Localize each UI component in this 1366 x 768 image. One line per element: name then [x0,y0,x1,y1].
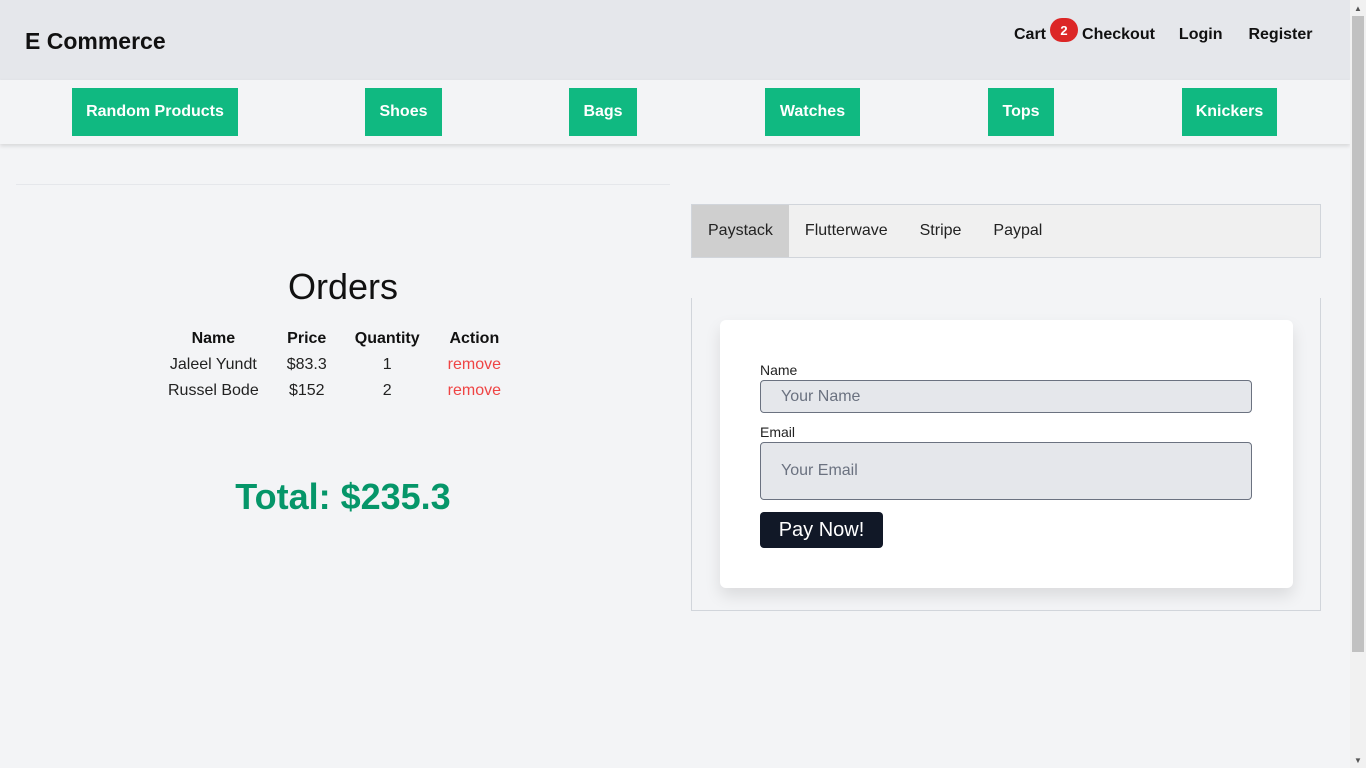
payment-tabs: Paystack Flutterwave Stripe Paypal [691,204,1321,258]
cart-link[interactable]: Cart [1014,26,1046,43]
category-tops-button[interactable]: Tops [988,88,1054,136]
orders-header-row: Name Price Quantity Action [154,326,515,352]
scroll-down-arrow-icon[interactable]: ▼ [1350,752,1366,768]
orders-title: Orders [287,266,399,307]
category-bar: Random Products Shoes Bags Watches Tops … [0,80,1350,144]
email-label: Email [760,424,796,440]
order-price: $83.3 [286,356,327,373]
email-input[interactable] [760,442,1252,500]
order-name: Jaleel Yundt [169,356,257,373]
tab-paypal[interactable]: Paypal [977,205,1058,257]
table-row: Russel Bode $152 2 remove [154,378,515,404]
tab-paystack[interactable]: Paystack [692,205,789,257]
category-shoes-button[interactable]: Shoes [365,88,442,136]
orders-table: Name Price Quantity Action Jaleel Yundt … [154,326,515,404]
name-input[interactable] [760,380,1252,413]
register-link[interactable]: Register [1248,26,1312,44]
pay-now-button[interactable]: Pay Now! [760,512,883,548]
remove-button[interactable]: remove [448,382,501,399]
scroll-up-arrow-icon[interactable]: ▲ [1350,0,1366,16]
remove-button[interactable]: remove [448,356,501,373]
order-quantity: 2 [382,382,392,399]
column-header-quantity: Quantity [354,330,420,347]
tab-flutterwave[interactable]: Flutterwave [789,205,904,257]
column-header-name: Name [191,330,236,347]
brand-logo[interactable]: E Commerce [25,28,166,55]
order-quantity: 1 [382,356,392,373]
top-nav: Cart 2 Checkout Login Register [1014,18,1313,44]
order-price: $152 [288,382,325,399]
order-total: Total: $235.3 [235,476,451,517]
cart-link-wrapper: Cart 2 [1014,18,1078,44]
checkout-link[interactable]: Checkout [1082,26,1155,44]
cart-count-badge: 2 [1050,18,1078,42]
name-label: Name [760,362,798,378]
column-header-action: Action [449,330,500,347]
category-bags-button[interactable]: Bags [569,88,637,136]
order-name: Russel Bode [168,382,259,399]
table-row: Jaleel Yundt $83.3 1 remove [154,352,515,378]
section-divider [16,184,670,185]
category-random-products-button[interactable]: Random Products [72,88,238,136]
category-knickers-button[interactable]: Knickers [1182,88,1277,136]
category-watches-button[interactable]: Watches [765,88,860,136]
payment-form-card: Name Email Pay Now! [720,320,1293,588]
page-scrollbar[interactable]: ▲ ▼ [1350,0,1366,768]
scrollbar-thumb[interactable] [1352,16,1364,652]
payment-panel: Name Email Pay Now! [691,298,1321,611]
tab-stripe[interactable]: Stripe [904,205,978,257]
login-link[interactable]: Login [1179,26,1223,44]
top-header: E Commerce Cart 2 Checkout Login Registe… [0,0,1350,80]
column-header-price: Price [287,330,327,347]
